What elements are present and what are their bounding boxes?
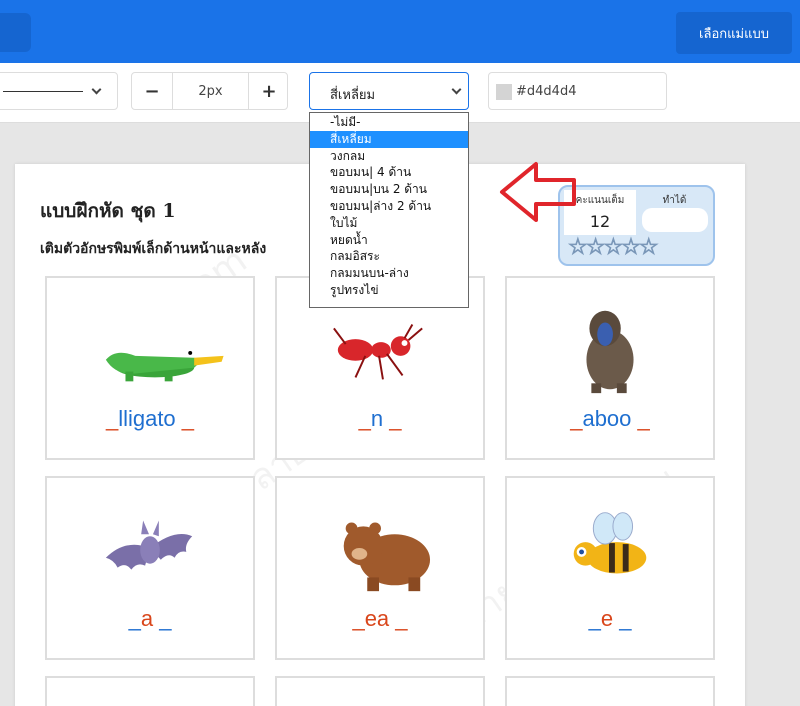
ant-icon: [333, 323, 423, 380]
top-bar: เลือกแม่แบบ: [0, 0, 800, 63]
word: _a _: [128, 606, 172, 631]
dropdown-option[interactable]: กลมอิสระ: [310, 248, 468, 265]
menu-button[interactable]: [0, 13, 31, 52]
decrease-button[interactable]: −: [132, 73, 172, 109]
dropdown-option[interactable]: ขอบมน|บน 2 ด้าน: [310, 181, 468, 198]
shape-dropdown-list: -ไม่มี- สี่เหลี่ยม วงกลม ขอบมน| 4 ด้าน ข…: [309, 112, 469, 308]
card-baboon: _aboo _: [505, 276, 715, 460]
worksheet-title: แบบฝึกหัด ชุด 1: [40, 200, 176, 222]
baboon-icon: [586, 310, 634, 394]
card-partial: [45, 676, 255, 706]
dropdown-option[interactable]: -ไม่มี-: [310, 114, 468, 131]
color-value: #d4d4d4: [516, 84, 577, 99]
line-style-preview: [3, 91, 83, 92]
earned-score-label: ทำได้: [662, 195, 687, 206]
earned-score: ทำได้: [638, 190, 711, 235]
chevron-down-icon: [91, 84, 102, 95]
word: _aboo _: [570, 406, 650, 431]
earned-score-field: [642, 208, 708, 232]
card-bear: _ea _: [275, 476, 485, 660]
word: _ea _: [352, 606, 408, 631]
color-swatch[interactable]: [496, 84, 512, 100]
red-arrow-icon: [500, 162, 576, 222]
chevron-down-icon: [451, 84, 462, 95]
shape-select-value: สี่เหลี่ยม: [330, 88, 376, 103]
card-bee: _e _: [505, 476, 715, 660]
card-alligator: _lligato _: [45, 276, 255, 460]
bat-icon: [105, 520, 193, 570]
border-width-stepper: − 2px +: [131, 72, 288, 110]
word: _n _: [358, 406, 402, 431]
star-rating-icon: ☆☆☆☆☆: [568, 235, 660, 261]
bee-icon: [573, 512, 647, 574]
dropdown-option[interactable]: หยดน้ำ: [310, 232, 468, 249]
score-box: คะแนนเต็ม 12 ทำได้ ☆☆☆☆☆: [558, 185, 715, 266]
word: _e _: [588, 606, 632, 631]
dropdown-option[interactable]: ใบไม้: [310, 215, 468, 232]
increase-button[interactable]: +: [249, 73, 289, 109]
border-width-value[interactable]: 2px: [173, 73, 248, 109]
choose-template-button[interactable]: เลือกแม่แบบ: [676, 12, 792, 54]
dropdown-option[interactable]: รูปทรงไข่: [310, 282, 468, 299]
card-bat: _a _: [45, 476, 255, 660]
card-partial: [275, 676, 485, 706]
dropdown-option-selected[interactable]: สี่เหลี่ยม: [310, 130, 468, 148]
card-partial: [505, 676, 715, 706]
worksheet-instruction: เติมตัวอักษรพิมพ์เล็กด้านหน้าและหลัง: [40, 241, 267, 257]
line-style-select[interactable]: [0, 72, 118, 110]
dropdown-option[interactable]: ขอบมน|ล่าง 2 ด้าน: [310, 198, 468, 215]
word: _lligato _: [105, 406, 195, 431]
dropdown-option[interactable]: กลมมนบน-ล่าง: [310, 265, 468, 282]
dropdown-option[interactable]: วงกลม: [310, 148, 468, 165]
dropdown-option[interactable]: ขอบมน| 4 ด้าน: [310, 164, 468, 181]
alligator-icon: [105, 348, 224, 382]
shape-select[interactable]: สี่เหลี่ยม: [309, 72, 469, 110]
bear-icon: [343, 522, 431, 592]
border-color-field[interactable]: #d4d4d4: [488, 72, 667, 110]
